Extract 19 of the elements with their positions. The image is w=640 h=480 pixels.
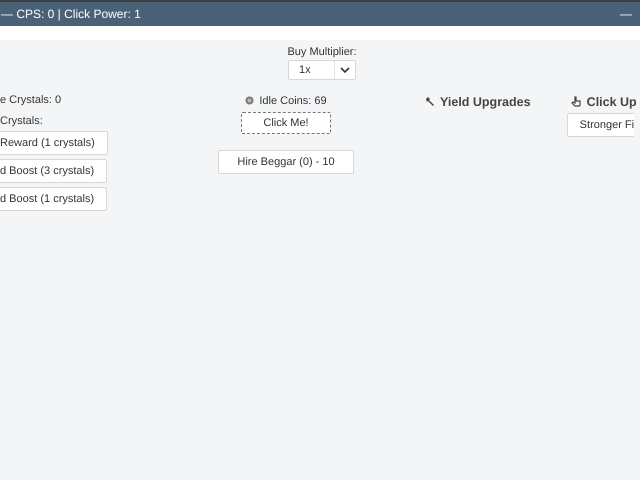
idle-coins-label: Idle Coins: 69 <box>259 94 327 106</box>
window-title: — CPS: 0 | Click Power: 1 <box>0 7 141 21</box>
crystal-upgrade-button[interactable]: d Boost (1 crystals) <box>0 187 108 211</box>
crystals-heading: Crystals: <box>0 115 43 128</box>
section-title: Click Up <box>586 94 637 108</box>
coin-icon <box>245 96 254 105</box>
upgrade-button[interactable]: Stronger Fi <box>566 113 634 137</box>
wrench-icon <box>424 96 436 107</box>
chevron-down-icon <box>340 67 350 73</box>
crystal-upgrade-button[interactable]: Reward (1 crystals) <box>0 131 108 155</box>
hire-button[interactable]: Hire Beggar (0) - 10 <box>218 150 354 174</box>
click-me-button[interactable]: Click Me! <box>241 112 332 134</box>
multiplier-label: Buy Multiplier: <box>287 46 357 58</box>
section-title: Yield Upgrades <box>440 94 531 108</box>
crystal-count: e Crystals: 0 <box>0 94 62 107</box>
minimize-button[interactable]: — <box>612 7 640 21</box>
hand-icon <box>570 96 582 107</box>
crystal-upgrade-button[interactable]: d Boost (3 crystals) <box>0 159 108 183</box>
multiplier-dropdown[interactable]: 1x <box>288 60 356 80</box>
